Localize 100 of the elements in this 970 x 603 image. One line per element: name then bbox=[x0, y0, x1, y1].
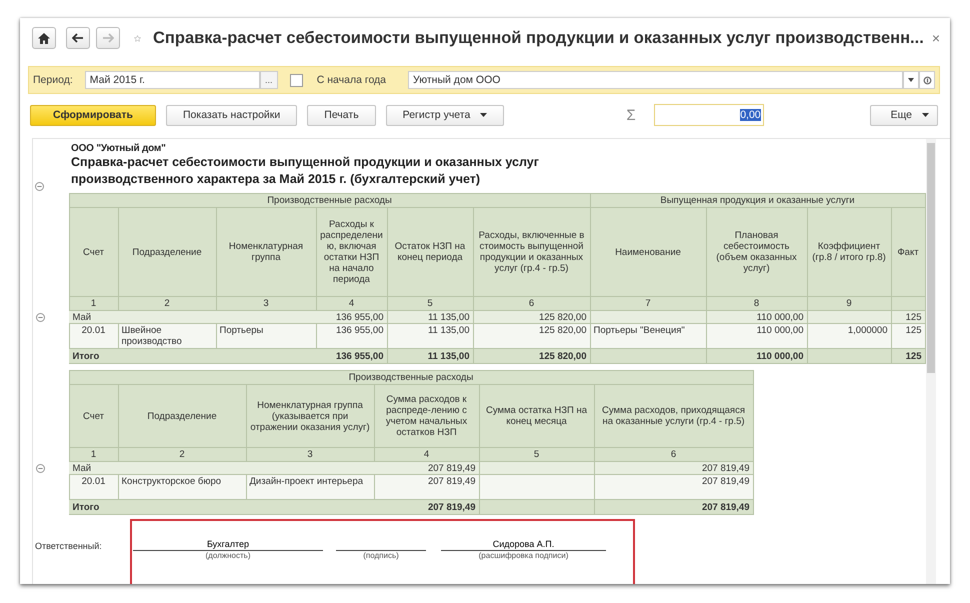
sum-sign: Σ bbox=[626, 106, 636, 124]
period-label: Период: bbox=[33, 74, 73, 86]
table-cell: 110 000,00 bbox=[706, 324, 807, 348]
table-cell: 125 bbox=[891, 324, 925, 348]
organization-field[interactable]: Уютный дом ООО bbox=[408, 71, 903, 89]
right-arrow-icon bbox=[102, 33, 114, 43]
position-hint: (должность) bbox=[206, 551, 250, 561]
dropdown-button[interactable] bbox=[903, 71, 919, 89]
column-number: 6 bbox=[473, 296, 590, 310]
table-cell: Конструкторское бюро bbox=[118, 474, 246, 500]
column-number: 5 bbox=[387, 296, 473, 310]
table-cell: Портьеры "Венеция" bbox=[590, 324, 706, 348]
collapse-icon[interactable] bbox=[35, 182, 44, 191]
table-cell: 11 135,00 bbox=[387, 310, 473, 324]
table-cell: 207 819,49 bbox=[594, 462, 753, 474]
column-number: 4 bbox=[374, 448, 479, 462]
total-label: Итого bbox=[69, 500, 118, 514]
table-cell: 207 819,49 bbox=[374, 474, 479, 500]
table-cell: 1,000000 bbox=[807, 324, 891, 348]
menu-button[interactable]: Регистр учета bbox=[386, 104, 504, 126]
toolbar-button[interactable]: Печать bbox=[307, 104, 376, 126]
name-hint: (расшифровка подписи) bbox=[478, 551, 568, 561]
column-header: Номенклатурная группа bbox=[216, 208, 316, 296]
column-header: Наименование bbox=[590, 208, 706, 296]
table-cell: 110 000,00 bbox=[706, 310, 807, 324]
caret-icon bbox=[922, 113, 929, 117]
column-number: 4 bbox=[316, 296, 387, 310]
table-cell: 125 bbox=[891, 310, 925, 324]
column-number: 6 bbox=[594, 448, 753, 462]
table-cell: 110 000,00 bbox=[706, 348, 807, 364]
column-group-header: Производственные расходы bbox=[69, 370, 753, 384]
open-button[interactable] bbox=[919, 71, 935, 89]
table-cell: 11 135,00 bbox=[387, 324, 473, 348]
table-cell: 125 820,00 bbox=[473, 348, 590, 364]
close-button[interactable]: × bbox=[932, 30, 940, 46]
caret-icon bbox=[908, 78, 914, 82]
name-value: Сидорова А.П. bbox=[441, 539, 606, 551]
column-header: Остаток НЗП на конец периода bbox=[387, 208, 473, 296]
left-arrow-icon bbox=[72, 33, 84, 43]
column-number: 2 bbox=[118, 448, 246, 462]
pick-button[interactable]: ... bbox=[260, 71, 278, 89]
table-cell: 125 820,00 bbox=[473, 310, 590, 324]
position-value: Бухгалтер bbox=[133, 539, 323, 551]
column-header: Сумма расходов к распреде-лению с учетом начальных остатков НЗП bbox=[374, 384, 479, 448]
column-header: Подразделение bbox=[118, 208, 216, 296]
column-header: Коэффициент (гр.8 / итого гр.8) bbox=[807, 208, 891, 296]
table-cell: Швейное производство bbox=[118, 324, 216, 348]
column-number: 5 bbox=[479, 448, 594, 462]
table-cell: 11 135,00 bbox=[387, 348, 473, 364]
checkbox[interactable] bbox=[290, 74, 303, 86]
home-icon bbox=[38, 32, 50, 44]
report-title: Справка-расчет себестоимости выпущенной продукции и оказанных услуг производственного характера за Май 2015 г. (бухгалтерский учет) bbox=[71, 154, 540, 188]
table-cell: 207 819,49 bbox=[594, 474, 753, 500]
table-cell: Портьеры bbox=[216, 324, 316, 348]
column-header: Сумма остатка НЗП на конец месяца bbox=[479, 384, 594, 448]
column-header: Номенклатурная группа (указывается при отражении оказания услуг) bbox=[246, 384, 374, 448]
toolbar-button[interactable]: Показать настройки bbox=[166, 104, 298, 126]
back-button[interactable] bbox=[66, 27, 90, 49]
column-header: Сумма расходов, приходящаяся на оказанные услуги (гр.4 - гр.5) bbox=[594, 384, 753, 448]
sum-field[interactable]: 0,00 bbox=[654, 104, 764, 126]
column-header: Расходы, включенные в стоимость выпущенной продукции и оказанных услуг (гр.4 - гр.5) bbox=[473, 208, 590, 296]
company-name: ООО "Уютный дом" bbox=[71, 143, 167, 154]
column-number: 8 bbox=[706, 296, 807, 310]
table-cell: 125 820,00 bbox=[473, 324, 590, 348]
table-cell: Дизайн-проект интерьера bbox=[246, 474, 374, 500]
period-field[interactable]: Май 2015 г. bbox=[84, 71, 260, 89]
signature-hint: (подпись) bbox=[363, 551, 399, 561]
column-header: Подразделение bbox=[118, 384, 246, 448]
scrollbar[interactable] bbox=[926, 139, 936, 584]
table-cell: 136 955,00 bbox=[316, 324, 387, 348]
table-cell: 207 819,49 bbox=[374, 462, 479, 474]
table-cell: 207 819,49 bbox=[374, 500, 479, 514]
column-number: 1 bbox=[69, 448, 118, 462]
collapse-icon[interactable] bbox=[36, 464, 45, 472]
column-number: 1 bbox=[69, 296, 118, 310]
column-header: Расходы к распределению, включая остатки НЗП на начало периода bbox=[316, 208, 387, 296]
column-number: 2 bbox=[118, 296, 216, 310]
checkbox-label: С начала года bbox=[316, 74, 386, 86]
column-number: 3 bbox=[216, 296, 316, 310]
home-button[interactable] bbox=[32, 27, 56, 49]
sum-value: 0,00 bbox=[740, 109, 761, 121]
column-group-header: Выпущенная продукция и оказанные услуги bbox=[590, 194, 925, 208]
more-button[interactable]: Еще bbox=[870, 104, 938, 126]
group-label: Май bbox=[69, 462, 118, 474]
caret-icon bbox=[480, 113, 488, 117]
group-label: Май bbox=[69, 310, 118, 324]
collapse-icon[interactable] bbox=[36, 312, 45, 322]
table-cell: 20.01 bbox=[69, 324, 118, 348]
table-cell: 136 955,00 bbox=[316, 348, 387, 364]
column-header: Факт bbox=[891, 208, 925, 296]
generate-button[interactable]: Сформировать bbox=[30, 104, 156, 126]
signature-label: Ответственный: bbox=[35, 541, 102, 551]
column-number: 9 bbox=[807, 296, 891, 310]
column-group-header: Производственные расходы bbox=[69, 194, 590, 208]
table-cell: 20.01 bbox=[69, 474, 118, 500]
table-cell: 136 955,00 bbox=[316, 310, 387, 324]
window-title: Справка-расчет себестоимости выпущенной продукции и оказанных услуг производственн... bbox=[152, 28, 924, 48]
column-header: Плановая себестоимость (объем оказанных услуг) bbox=[706, 208, 807, 296]
table-cell: 125 bbox=[891, 348, 925, 364]
table-cell: 207 819,49 bbox=[594, 500, 753, 514]
